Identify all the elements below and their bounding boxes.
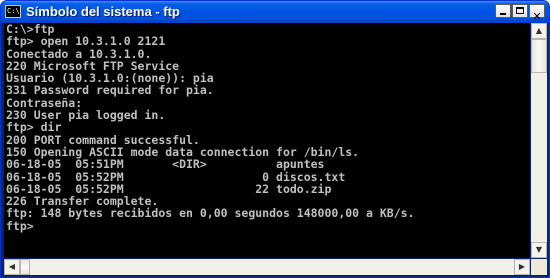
console-output[interactable]: C:\>ftp ftp> open 10.3.1.0 2121 Conectad… [4, 23, 530, 258]
console-line: ftp: 148 bytes recibidos en 0,00 segundo… [6, 206, 415, 221]
scroll-down-button[interactable]: ▼ [531, 242, 547, 258]
close-icon: ✕ [532, 10, 542, 23]
console-line: ftp> [6, 218, 34, 233]
maximize-button[interactable] [512, 4, 528, 18]
window-title: Símbolo del sistema - ftp [26, 4, 180, 19]
scroll-left-button[interactable]: ◀ [4, 259, 20, 275]
arrow-up-icon: ▲ [535, 26, 543, 35]
minimize-icon [500, 13, 506, 15]
console-text: C:\>ftp ftp> open 10.3.1.0 2121 Conectad… [4, 23, 530, 232]
close-button[interactable]: ✕ [529, 4, 545, 23]
horizontal-scrollbar[interactable]: ◀ ▶ [4, 259, 530, 275]
maximize-icon [516, 7, 524, 14]
title-bar[interactable]: C:\ Símbolo del sistema - ftp ✕ [1, 1, 549, 23]
console-window: C:\ Símbolo del sistema - ftp ✕ C:\>ftp … [0, 0, 550, 278]
vertical-scroll-thumb[interactable] [531, 39, 547, 73]
minimize-button[interactable] [495, 4, 511, 18]
vertical-scrollbar[interactable]: ▲ ▼ [531, 23, 547, 258]
arrow-right-icon: ▶ [518, 262, 526, 271]
scroll-up-button[interactable]: ▲ [531, 23, 547, 39]
command-prompt-icon[interactable]: C:\ [5, 5, 21, 18]
arrow-left-icon: ◀ [8, 262, 16, 271]
scroll-right-button[interactable]: ▶ [514, 259, 530, 275]
horizontal-scroll-thumb[interactable] [20, 259, 30, 275]
arrow-down-icon: ▼ [535, 245, 543, 254]
scrollbar-corner [531, 259, 547, 275]
